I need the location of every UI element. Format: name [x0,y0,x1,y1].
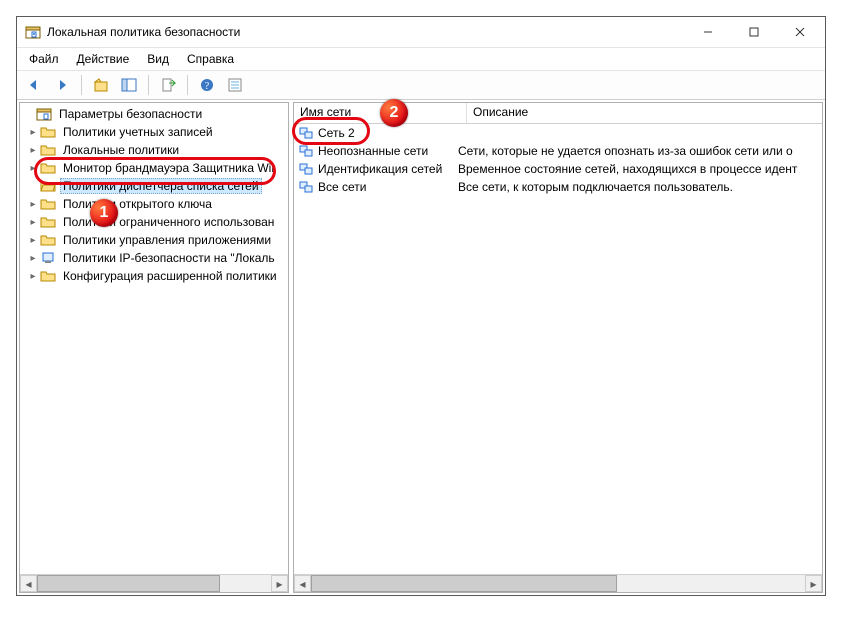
expander-icon[interactable]: ▸ [26,127,40,138]
show-hide-tree-button[interactable] [116,72,142,98]
folder-icon [40,232,56,248]
network-icon [298,179,314,195]
tree-item[interactable]: ▸ Политики управления приложениями [20,231,288,249]
tree-item-label: Политики учетных записей [60,124,216,140]
ipsec-icon [40,250,56,266]
tree-item-label: Политики управления приложениями [60,232,274,248]
toolbar-separator [148,75,149,95]
toolbar-separator [81,75,82,95]
tree-item-label: Политики диспетчера списка сетей [60,178,262,194]
tree-item-label: Политики IP-безопасности на "Локаль [60,250,278,266]
up-level-button[interactable] [88,72,114,98]
network-icon [298,143,314,159]
window-title: Локальная политика безопасности [47,25,685,39]
expander-icon[interactable]: ▸ [26,217,40,228]
menu-file[interactable]: Файл [21,50,67,68]
folder-icon [40,142,56,158]
expander-icon[interactable]: ▸ [26,235,40,246]
tree-item[interactable]: ▸ Политики IP-безопасности на "Локаль [20,249,288,267]
tree-item-label: Политики открытого ключа [60,196,215,212]
scroll-track[interactable] [311,575,805,592]
tree-item-label: Политики ограниченного использован [60,214,277,230]
list-item-desc: Сети, которые не удается опознать из-за … [454,142,822,160]
scroll-left-button[interactable]: ◂ [20,575,37,592]
folder-icon [40,160,56,176]
list-item[interactable]: Все сети [294,178,454,196]
menu-view[interactable]: Вид [139,50,177,68]
svg-text:?: ? [205,81,210,92]
properties-button[interactable] [222,72,248,98]
scroll-track[interactable] [37,575,271,592]
tree-item[interactable]: ▸ Политики учетных записей [20,123,288,141]
tree-item-label: Конфигурация расширенной политики [60,268,280,284]
list-pane: Имя сети Описание Сеть 2 Неопознанные се… [293,102,823,593]
tree-item-selected[interactable]: Политики диспетчера списка сетей [20,177,288,195]
menu-action[interactable]: Действие [69,50,138,68]
tree-item-label: Монитор брандмауэра Защитника Wir [60,160,278,176]
folder-icon [40,196,56,212]
column-header-desc[interactable]: Описание [467,103,822,123]
tree-root-label: Параметры безопасности [56,106,205,122]
list-item[interactable]: Идентификация сетей [294,160,454,178]
scroll-thumb[interactable] [311,575,617,592]
list-header: Имя сети Описание [294,103,822,124]
tree-hscrollbar[interactable]: ◂ ▸ [20,574,288,592]
list-hscrollbar[interactable]: ◂ ▸ [294,574,822,592]
scroll-left-button[interactable]: ◂ [294,575,311,592]
tree-pane: Параметры безопасности ▸ Политики учетны… [19,102,289,593]
list-item-label: Все сети [318,180,367,194]
list-body: Сеть 2 Неопознанные сети Идентификация с… [294,124,822,574]
expander-icon[interactable]: ▸ [26,271,40,282]
tree-item[interactable]: ▸ Локальные политики [20,141,288,159]
toolbar-separator [187,75,188,95]
tree-item[interactable]: ▸ Политики открытого ключа [20,195,288,213]
forward-button[interactable] [49,72,75,98]
scroll-thumb[interactable] [37,575,220,592]
app-icon [25,24,41,40]
toolbar: ? [17,70,825,100]
list-item[interactable]: Неопознанные сети [294,142,454,160]
tree-item[interactable]: ▸ Монитор брандмауэра Защитника Wir [20,159,288,177]
list-item-desc: Временное состояние сетей, находящихся в… [454,160,822,178]
scroll-right-button[interactable]: ▸ [805,575,822,592]
folder-icon [40,214,56,230]
main-window: Локальная политика безопасности Файл Дей… [16,16,826,596]
tree-item[interactable]: ▸ Конфигурация расширенной политики [20,267,288,285]
tree-item-label: Локальные политики [60,142,182,158]
title-bar: Локальная политика безопасности [17,17,825,48]
list-item-desc: Все сети, к которым подключается пользов… [454,178,822,196]
expander-icon[interactable]: ▸ [26,145,40,156]
list-item-label: Идентификация сетей [318,162,442,176]
tree-item[interactable]: ▸ Политики ограниченного использован [20,213,288,231]
maximize-button[interactable] [731,17,777,47]
export-list-button[interactable] [155,72,181,98]
expander-icon[interactable]: ▸ [26,253,40,264]
folder-open-icon [40,178,56,194]
security-settings-icon [36,106,52,122]
list-item[interactable]: Сеть 2 [294,124,454,142]
expander-icon[interactable]: ▸ [26,163,40,174]
help-button[interactable]: ? [194,72,220,98]
expander-icon[interactable]: ▸ [26,199,40,210]
folder-icon [40,124,56,140]
menu-help[interactable]: Справка [179,50,242,68]
tree-view[interactable]: Параметры безопасности ▸ Политики учетны… [20,103,288,574]
close-button[interactable] [777,17,823,47]
back-button[interactable] [21,72,47,98]
list-item-desc [454,124,822,142]
column-header-name[interactable]: Имя сети [294,103,467,123]
network-icon [298,161,314,177]
split-body: Параметры безопасности ▸ Политики учетны… [17,100,825,595]
menu-bar: Файл Действие Вид Справка [17,48,825,70]
network-icon [298,125,314,141]
list-item-label: Сеть 2 [318,126,355,140]
folder-icon [40,268,56,284]
list-item-label: Неопознанные сети [318,144,428,158]
tree-root[interactable]: Параметры безопасности [20,105,288,123]
minimize-button[interactable] [685,17,731,47]
scroll-right-button[interactable]: ▸ [271,575,288,592]
